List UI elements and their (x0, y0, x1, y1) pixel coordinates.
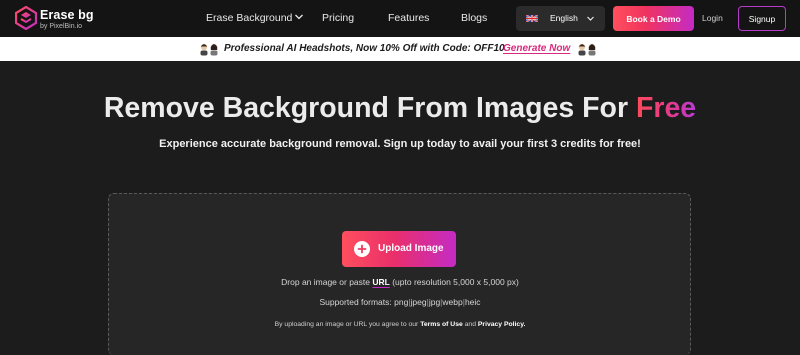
nav-blogs[interactable]: Blogs (461, 12, 487, 24)
chevron-down-icon (587, 16, 594, 21)
upload-dropzone[interactable] (108, 193, 691, 355)
generate-now-link[interactable]: Generate Now (503, 43, 570, 54)
book-demo-button[interactable]: Book a Demo (613, 6, 694, 31)
brand-name[interactable]: Erase bg (40, 8, 94, 22)
hero-subtitle: Experience accurate background removal. … (159, 138, 641, 150)
paste-url-link[interactable]: URL (372, 277, 389, 287)
format-jpg: jpg (428, 297, 441, 307)
terms-and: and (462, 321, 478, 328)
login-link[interactable]: Login (702, 13, 723, 23)
brand-subtitle: by PixelBin.io (40, 23, 83, 30)
hero-title-main: Remove Background From Images For (103, 92, 636, 124)
format-jpeg: jpeg (410, 297, 427, 307)
people-emoji-icon (578, 43, 596, 56)
format-webp: webp (442, 297, 463, 307)
formats-label: Supported formats: (319, 297, 392, 307)
terms-of-use-link[interactable]: Terms of Use (420, 321, 463, 328)
plus-icon (354, 241, 370, 257)
format-heic: heic (464, 297, 481, 307)
nav-pricing[interactable]: Pricing (322, 12, 354, 24)
drop-prefix: Drop an image or paste (281, 277, 373, 287)
chevron-down-icon[interactable] (294, 13, 304, 21)
book-demo-label: Book a Demo (626, 14, 681, 24)
supported-formats: Supported formats: png|jpeg|jpg|webp|hei… (319, 297, 481, 307)
erase-bg-logo-icon[interactable] (15, 6, 37, 30)
promo-text: Professional AI Headshots, Now 10% Off w… (224, 43, 505, 54)
hero-title-accent: Free (635, 92, 697, 124)
drop-suffix: (upto resolution 5,000 x 5,000 px) (389, 277, 519, 287)
terms-notice: By uploading an image or URL you agree t… (0, 321, 800, 328)
format-png: png (394, 297, 409, 307)
language-selector[interactable]: English (516, 6, 605, 31)
signup-label: Signup (748, 14, 776, 24)
nav-features[interactable]: Features (388, 12, 429, 24)
upload-image-label: Upload Image (378, 243, 444, 254)
nav-erase-background[interactable]: Erase Background (206, 12, 292, 24)
top-navbar: Erase bg by PixelBin.io Erase Background… (0, 0, 800, 37)
signup-button[interactable]: Signup (738, 6, 786, 31)
upload-image-button[interactable]: Upload Image (342, 231, 456, 267)
hero-title: Remove Background From Images For Free (0, 92, 800, 125)
people-emoji-icon (200, 43, 218, 56)
privacy-policy-link[interactable]: Privacy Policy. (478, 321, 525, 328)
uk-flag-icon (526, 15, 538, 22)
drop-instructions: Drop an image or paste URL (upto resolut… (0, 277, 800, 287)
terms-prefix: By uploading an image or URL you agree t… (274, 321, 421, 328)
language-label: English (550, 13, 578, 23)
promo-banner: Professional AI Headshots, Now 10% Off w… (0, 37, 800, 61)
